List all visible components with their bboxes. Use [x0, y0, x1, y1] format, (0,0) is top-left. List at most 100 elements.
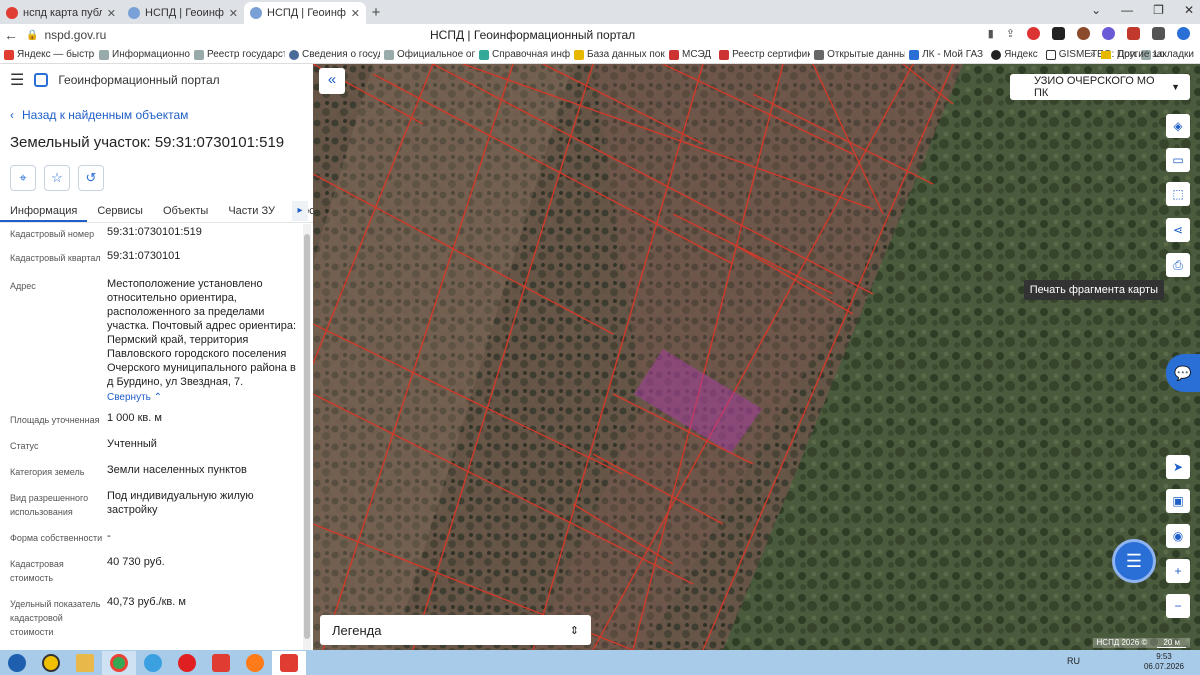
- taskbar-app[interactable]: [170, 651, 204, 675]
- side-widget-tab[interactable]: 💬: [1166, 354, 1200, 392]
- collapse-link[interactable]: Свернуть ⌃: [107, 391, 297, 405]
- extension-user-icon[interactable]: [1077, 27, 1090, 40]
- attribute-value: -: [107, 530, 111, 542]
- share-map-button[interactable]: ⋖: [1166, 218, 1190, 242]
- bookmark-label: Реестр государств: [207, 49, 285, 60]
- scroll-thumb[interactable]: [304, 234, 310, 639]
- collapse-panel-button[interactable]: «: [319, 68, 345, 94]
- plus-icon: +: [1174, 564, 1182, 578]
- back-arrow-icon[interactable]: ←: [0, 27, 22, 43]
- attribute-value: Земли населенных пунктов: [107, 464, 247, 476]
- more-bookmarks-icon[interactable]: »: [1090, 49, 1096, 60]
- tabs-scroll-right-icon[interactable]: ▸: [292, 201, 308, 221]
- bookmark-item[interactable]: Реестр сертифика: [715, 49, 810, 60]
- history-button[interactable]: ↺: [78, 165, 104, 191]
- satellite-map[interactable]: [313, 64, 1200, 650]
- system-clock[interactable]: 9:53 06.07.2026: [1144, 652, 1184, 672]
- taskbar-app[interactable]: [238, 651, 272, 675]
- object-title: Земельный участок: 59:31:0730101:519: [10, 134, 285, 151]
- select-area-button[interactable]: ⬚: [1166, 182, 1190, 206]
- browser-tab-bar: нспд карта публичная кад ✕ НСПД | Геоинф…: [0, 0, 1200, 24]
- bookmark-item[interactable]: Официальное опу: [380, 49, 475, 60]
- close-window-icon[interactable]: ✕: [1184, 3, 1194, 17]
- zoom-in-button[interactable]: +: [1166, 559, 1190, 583]
- input-language[interactable]: RU: [1067, 656, 1080, 666]
- minimap-button[interactable]: ▣: [1166, 489, 1190, 513]
- bookmark-item[interactable]: Информационно: [95, 49, 190, 60]
- locate-icon: ⌖: [19, 170, 27, 185]
- tab-information[interactable]: Информация: [0, 201, 88, 222]
- chat-button[interactable]: ☰: [1112, 539, 1156, 583]
- bookmark-item[interactable]: Реестр государств: [190, 49, 285, 60]
- bookmark-item[interactable]: Сведения о госуд: [285, 49, 380, 60]
- yandex-icon: [4, 49, 14, 60]
- browser-tab-1[interactable]: нспд карта публичная кад ✕: [0, 2, 122, 24]
- profile-avatar-icon[interactable]: [1177, 27, 1190, 40]
- bookmark-star-icon[interactable]: ▮: [988, 27, 994, 40]
- favorite-button[interactable]: ☆: [44, 165, 70, 191]
- bookmark-item[interactable]: Справочная инфо: [475, 49, 570, 60]
- taskbar-app[interactable]: [136, 651, 170, 675]
- zoom-out-button[interactable]: −: [1166, 594, 1190, 618]
- browser-tab-2[interactable]: НСПД | Геоинформационн ✕: [122, 2, 244, 24]
- close-tab-icon[interactable]: ✕: [351, 7, 360, 20]
- taskbar-app[interactable]: [102, 650, 136, 675]
- panel-scrollbar[interactable]: [303, 224, 311, 650]
- location-button[interactable]: ◉: [1166, 524, 1190, 548]
- globe-icon: [289, 49, 299, 60]
- region-select[interactable]: УЗИО ОЧЕРСКОГО МО ПК ▼: [1010, 74, 1190, 100]
- close-tab-icon[interactable]: ✕: [229, 7, 238, 20]
- attribute-row: Кадастровая стоимость 40 730 руб.: [0, 555, 313, 585]
- taskbar-app[interactable]: [204, 651, 238, 675]
- bookmark-item[interactable]: База данных пока: [570, 49, 665, 60]
- attribute-label: Удельный показатель кадастровой стоимост…: [10, 599, 101, 637]
- attribute-row: Категория земель Земли населенных пункто…: [0, 463, 313, 479]
- start-button[interactable]: [0, 651, 34, 675]
- other-bookmarks[interactable]: » Другие закладки: [1090, 49, 1194, 60]
- adblock-icon[interactable]: [1027, 27, 1040, 40]
- taskbar-app[interactable]: [68, 651, 102, 675]
- ie-icon: [144, 653, 162, 672]
- locate-on-map-button[interactable]: ⌖: [10, 165, 36, 191]
- attribute-label: Статус: [10, 441, 39, 451]
- extension-circle-icon[interactable]: [1102, 27, 1115, 40]
- browser-tab-active[interactable]: НСПД | Геоинформацио ✕: [244, 2, 366, 24]
- bookmark-item[interactable]: Открытые данные: [810, 49, 905, 60]
- app-header: ☰ Геоинформационный портал: [0, 64, 313, 96]
- tab-objects[interactable]: Объекты: [153, 201, 218, 222]
- minimize-icon[interactable]: —: [1121, 3, 1133, 17]
- taskbar-app[interactable]: [34, 651, 68, 675]
- attribute-value: 1 000 кв. м: [107, 412, 162, 424]
- legend-label: Легенда: [332, 622, 382, 638]
- bookmark-item[interactable]: Яндекс: [987, 49, 1042, 60]
- ruler-button[interactable]: ▭: [1166, 148, 1190, 172]
- layers-button[interactable]: ◈: [1166, 114, 1190, 138]
- tab-title: НСПД | Геоинформацио: [267, 7, 346, 19]
- extension-red-icon[interactable]: [1127, 27, 1140, 40]
- gismeteo-icon: [1045, 49, 1056, 60]
- bookmark-item[interactable]: Яндекс — быстрый: [0, 49, 95, 60]
- bookmark-label: МСЭД: [682, 49, 712, 60]
- close-tab-icon[interactable]: ✕: [107, 7, 116, 20]
- bookmark-item[interactable]: ЛК - Мой ГАЗ: [905, 49, 987, 60]
- extension-x-icon[interactable]: [1052, 27, 1065, 40]
- back-to-results-link[interactable]: ‹ Назад к найденным объектам: [10, 108, 313, 122]
- extension-pin-icon[interactable]: [1152, 27, 1165, 40]
- tab-parts[interactable]: Части ЗУ: [218, 201, 285, 222]
- tab-services[interactable]: Сервисы: [87, 201, 153, 222]
- map-view[interactable]: « УЗИО ОЧЕРСКОГО МО ПК ▼ ◈ ▭ ⬚ ⋖ ⎙ Печат…: [313, 64, 1200, 650]
- taskbar-app[interactable]: [272, 650, 306, 675]
- legend-select[interactable]: Легенда ⇕: [320, 615, 591, 645]
- geolocation-button[interactable]: ➤: [1166, 455, 1190, 479]
- maximize-icon[interactable]: ❐: [1153, 3, 1164, 17]
- url-field[interactable]: 🔒 nspd.gov.ru: [26, 26, 106, 44]
- address-bar: ← 🔒 nspd.gov.ru НСПД | Геоинформационный…: [0, 24, 1200, 46]
- new-tab-button[interactable]: +: [366, 2, 386, 24]
- tab-search-icon[interactable]: ⌄: [1091, 3, 1101, 17]
- bookmark-item[interactable]: МСЭД: [665, 49, 715, 60]
- print-button[interactable]: ⎙: [1166, 253, 1190, 277]
- share-icon[interactable]: ⇪: [1006, 27, 1015, 40]
- menu-icon[interactable]: ☰: [10, 70, 24, 90]
- double-chevron-left-icon: «: [327, 71, 337, 88]
- nspd-favicon-icon: [250, 7, 262, 19]
